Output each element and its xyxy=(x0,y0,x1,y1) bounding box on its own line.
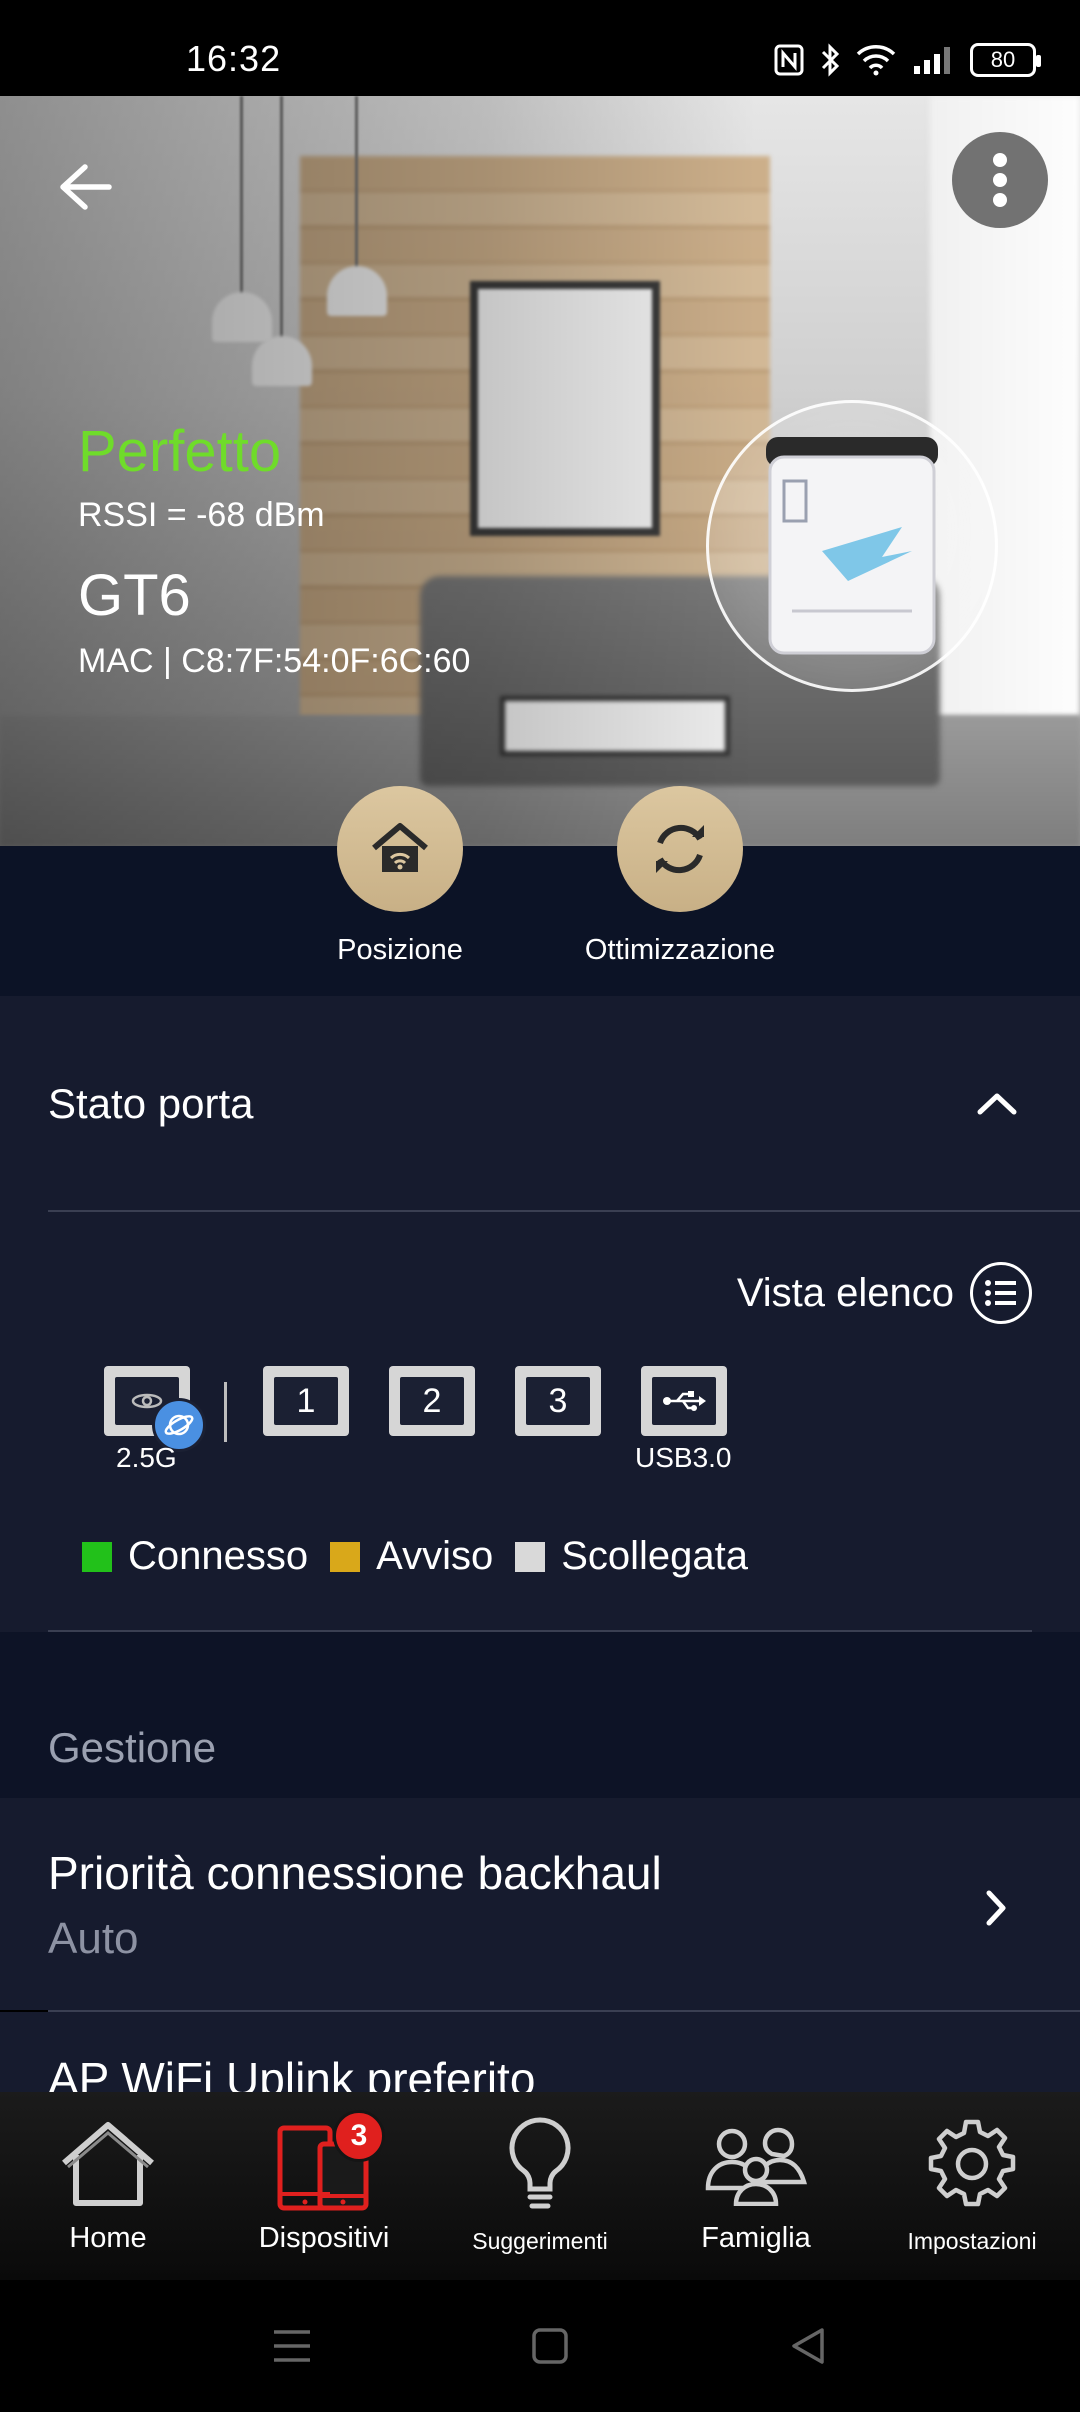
status-icons: 80 xyxy=(774,40,1041,80)
devices-badge: 3 xyxy=(333,2110,385,2162)
backhaul-priority-title: Priorità connessione backhaul xyxy=(48,1847,662,1899)
legend-disconnected-swatch xyxy=(515,1541,546,1572)
legend-disconnected-label: Scollegata xyxy=(561,1534,749,1578)
divider xyxy=(48,1210,1080,1212)
optimization-label: Ottimizzazione xyxy=(584,934,776,966)
devices-icon: 3 xyxy=(269,2110,385,2214)
signal-quality: Perfetto xyxy=(78,419,282,484)
collapse-button[interactable] xyxy=(972,1088,1022,1118)
legend-warning: Avviso xyxy=(330,1534,493,1579)
more-vertical-icon xyxy=(993,153,1007,207)
family-icon xyxy=(701,2114,811,2214)
list-view-toggle[interactable]: Vista elenco xyxy=(737,1262,1032,1324)
usb-port[interactable] xyxy=(641,1366,727,1436)
position-button[interactable] xyxy=(337,786,463,912)
wan-port-caption: 2.5G xyxy=(116,1442,177,1473)
position-label: Posizione xyxy=(337,934,463,966)
legend-warning-swatch xyxy=(330,1541,361,1572)
lan-port-1-label: 1 xyxy=(274,1377,338,1425)
nav-family-label: Famiglia xyxy=(701,2222,811,2254)
chevron-right-icon xyxy=(984,1888,1008,1928)
home-system-button[interactable] xyxy=(520,2320,580,2372)
optimization-action[interactable]: Ottimizzazione xyxy=(570,786,790,967)
legend-connected-label: Connesso xyxy=(128,1534,309,1578)
nav-suggestions-label: Suggerimenti xyxy=(472,2228,608,2254)
device-model: GT6 xyxy=(78,563,191,628)
recent-apps-button[interactable] xyxy=(262,2320,322,2372)
mac-address: MAC | C8:7F:54:0F:6C:60 xyxy=(78,642,471,680)
backhaul-priority-value: Auto xyxy=(48,1914,139,1963)
nav-home[interactable]: Home xyxy=(0,2092,216,2280)
legend-connected-swatch xyxy=(82,1541,112,1572)
battery-level: 80 xyxy=(990,47,1016,72)
wifi-icon xyxy=(856,42,896,78)
legend-connected: Connesso xyxy=(82,1534,308,1579)
router-device-icon xyxy=(766,437,938,655)
lan-port-3-label: 3 xyxy=(526,1377,590,1425)
lan-port-2-label: 2 xyxy=(400,1377,464,1425)
back-system-button[interactable] xyxy=(778,2320,838,2372)
arrow-left-icon xyxy=(60,164,112,210)
rssi-value: RSSI = -68 dBm xyxy=(78,496,325,534)
battery-icon: 80 xyxy=(970,43,1041,77)
port-separator xyxy=(224,1382,227,1442)
status-time: 16:32 xyxy=(186,38,282,79)
home-wifi-icon xyxy=(372,823,428,872)
nav-suggestions[interactable]: Suggerimenti xyxy=(432,2092,648,2280)
signal-icon xyxy=(912,42,954,78)
port-legend: Connesso Avviso Scollegata xyxy=(82,1534,770,1579)
triangle-back-icon xyxy=(792,2328,824,2364)
usb-port-caption: USB3.0 xyxy=(635,1442,732,1473)
management-header xyxy=(0,1632,1080,1798)
lightbulb-icon xyxy=(485,2114,595,2214)
more-options-button[interactable] xyxy=(952,132,1048,228)
nfc-icon xyxy=(774,42,804,78)
position-action[interactable]: Posizione xyxy=(290,786,510,967)
nav-settings[interactable]: Impostazioni xyxy=(864,2092,1080,2280)
system-navigation-bar xyxy=(0,2280,1080,2412)
nav-family[interactable]: Famiglia xyxy=(648,2092,864,2280)
legend-disconnected: Scollegata xyxy=(515,1534,748,1579)
router-image xyxy=(706,400,998,692)
nav-home-label: Home xyxy=(69,2222,147,2254)
legend-warning-label: Avviso xyxy=(376,1534,494,1578)
square-icon xyxy=(532,2328,568,2364)
lan-port-2[interactable]: 2 xyxy=(389,1366,475,1436)
optimization-button[interactable] xyxy=(617,786,743,912)
management-title: Gestione xyxy=(48,1724,217,1771)
list-icon xyxy=(970,1262,1032,1324)
status-bar: 16:32 80 xyxy=(0,0,1080,96)
action-band xyxy=(0,846,1080,996)
nav-settings-label: Impostazioni xyxy=(907,2228,1037,2254)
lan-port-1[interactable]: 1 xyxy=(263,1366,349,1436)
backhaul-priority-row[interactable] xyxy=(0,1798,1080,2010)
lan-port-3[interactable]: 3 xyxy=(515,1366,601,1436)
nav-devices[interactable]: 3 Dispositivi xyxy=(216,2092,432,2280)
bottom-nav: Home 3 Dispositivi Suggerimenti Famiglia… xyxy=(0,2092,1080,2280)
back-button[interactable] xyxy=(50,152,120,222)
home-icon xyxy=(53,2114,163,2214)
menu-icon xyxy=(274,2330,310,2362)
list-view-label: Vista elenco xyxy=(736,1270,954,1315)
port-status-title: Stato porta xyxy=(48,1080,254,1127)
refresh-icon xyxy=(656,824,704,874)
gear-icon xyxy=(917,2114,1027,2214)
chevron-up-icon xyxy=(977,1093,1017,1115)
usb-icon xyxy=(652,1377,716,1425)
bluetooth-icon xyxy=(820,42,840,78)
nav-devices-label: Dispositivi xyxy=(258,2222,390,2254)
